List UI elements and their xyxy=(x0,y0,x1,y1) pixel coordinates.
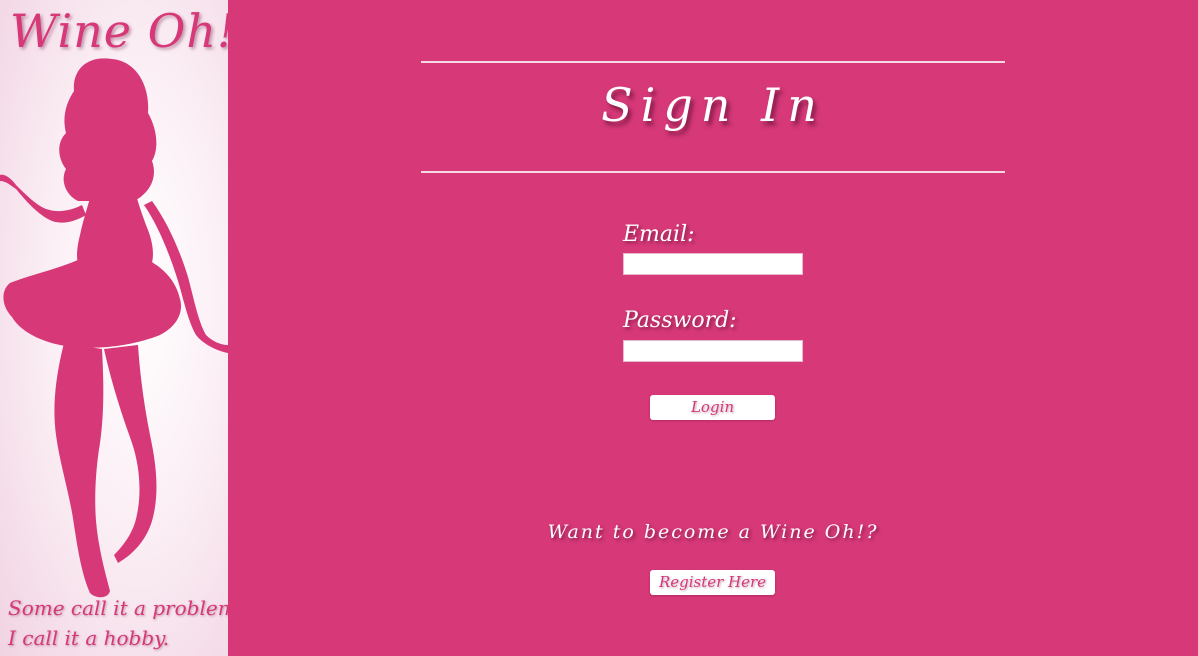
password-label: Password: xyxy=(623,308,737,333)
login-button[interactable]: Login xyxy=(650,395,775,420)
sidebar-tagline: Some call it a problem, I call it a hobb… xyxy=(8,593,228,653)
register-button[interactable]: Register Here xyxy=(650,570,775,595)
register-prompt: Want to become a Wine Oh!? xyxy=(547,521,879,543)
woman-silhouette-icon xyxy=(0,58,228,598)
password-field[interactable] xyxy=(623,340,803,362)
email-label: Email: xyxy=(623,222,695,247)
sidebar-banner: Wine Oh! Some call it a problem, I call xyxy=(0,0,228,656)
tagline-line-1: Some call it a problem, xyxy=(8,596,228,620)
page-title: Sign In xyxy=(601,78,825,132)
tagline-line-2: I call it a hobby. xyxy=(8,626,170,650)
title-divider-top xyxy=(421,61,1005,63)
sign-in-page: Wine Oh! Some call it a problem, I call xyxy=(0,0,1198,656)
brand-logo: Wine Oh! xyxy=(10,4,228,58)
email-field[interactable] xyxy=(623,253,803,275)
title-divider-bottom xyxy=(421,171,1005,173)
